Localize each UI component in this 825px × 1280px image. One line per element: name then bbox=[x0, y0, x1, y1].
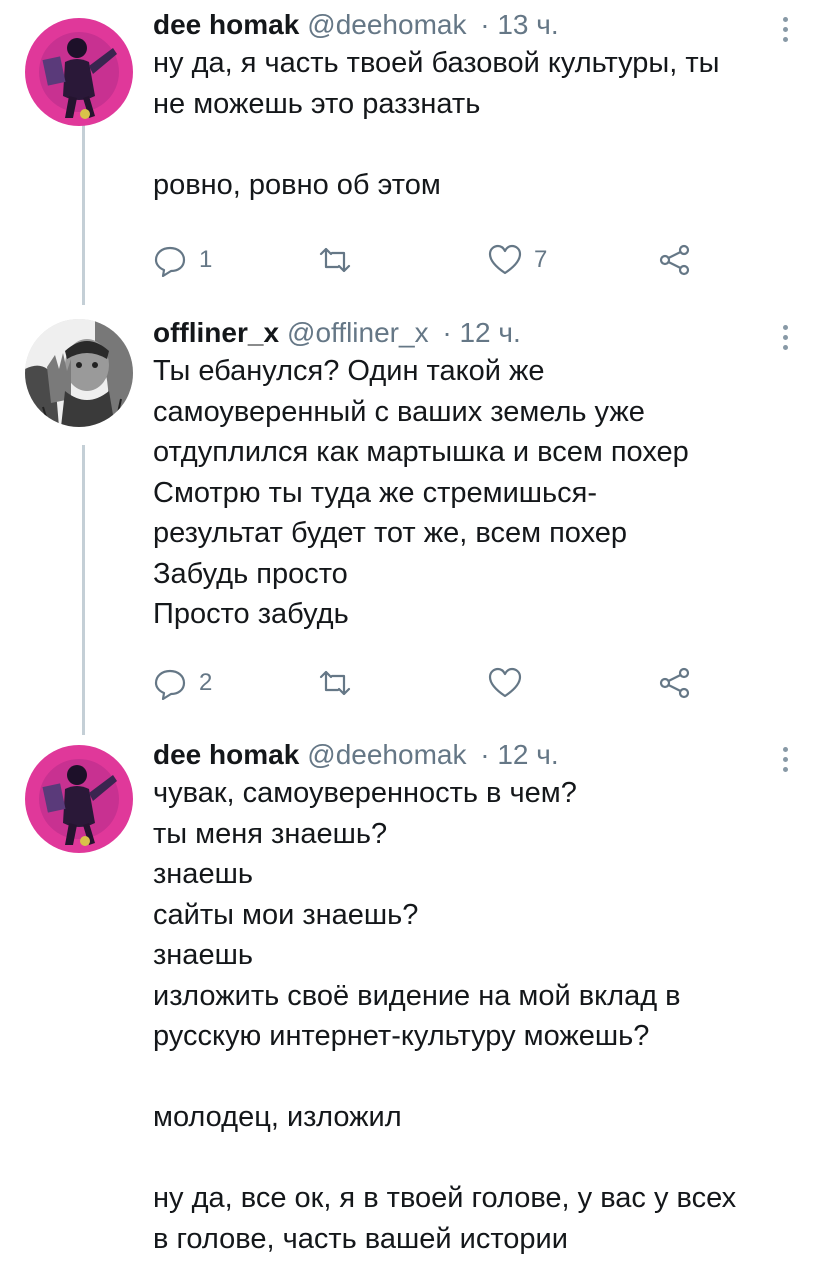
tweet-time[interactable]: · 12 ч. bbox=[480, 739, 558, 770]
more-vertical-icon[interactable] bbox=[770, 319, 800, 355]
more-vertical-icon[interactable] bbox=[770, 741, 800, 777]
author-handle[interactable]: @offliner_x bbox=[287, 317, 429, 348]
retweet-button[interactable] bbox=[318, 240, 352, 280]
reply-count: 1 bbox=[199, 246, 213, 273]
reply-icon bbox=[154, 246, 186, 277]
tweet-line: изложить своё видение на мой вклад в bbox=[153, 979, 681, 1012]
tweet-header: offliner_x @offliner_x · 12 ч. bbox=[153, 313, 521, 353]
retweet-icon bbox=[319, 670, 351, 696]
tweet-line bbox=[153, 1057, 803, 1098]
tweet-text: Ты ебанулся? Один такой же самоуверенный… bbox=[153, 351, 803, 635]
avatar-image bbox=[25, 319, 133, 427]
tweet-text: ну да, я часть твоей базовой культуры, т… bbox=[153, 43, 803, 205]
tweet-line bbox=[153, 124, 803, 165]
reply-count: 2 bbox=[199, 669, 213, 696]
like-button[interactable] bbox=[488, 663, 522, 703]
tweet-line: Смотрю ты туда же стремишься- bbox=[153, 476, 598, 509]
avatar[interactable] bbox=[25, 319, 133, 427]
tweet-line: отдуплился как мартышка и всем похер bbox=[153, 436, 689, 468]
tweet-line: Просто забудь bbox=[153, 598, 349, 630]
tweet-line: ты меня знаешь? bbox=[153, 817, 388, 850]
share-icon bbox=[659, 667, 690, 699]
tweet-line: знаешь bbox=[153, 939, 253, 971]
reply-button[interactable]: 1 bbox=[153, 240, 212, 280]
like-count: 7 bbox=[534, 246, 548, 273]
tweet-line: молодец, изложил bbox=[153, 1101, 402, 1133]
tweet[interactable]: offliner_x @offliner_x · 12 ч. Ты ебанулс… bbox=[0, 313, 825, 718]
avatar[interactable] bbox=[25, 18, 133, 126]
more-vertical-icon[interactable] bbox=[770, 11, 800, 47]
tweet-actions: 1 7 bbox=[153, 240, 713, 280]
share-button[interactable] bbox=[658, 240, 692, 280]
tweet-header: dee homak @deehomak · 12 ч. bbox=[153, 735, 559, 775]
tweet-line: не можешь это раззнать bbox=[153, 87, 481, 120]
like-button[interactable]: 7 bbox=[488, 240, 547, 280]
tweet-line: сайты мои знаешь? bbox=[153, 898, 419, 931]
tweet-line: ну да, я часть твоей базовой культуры, т… bbox=[153, 47, 720, 79]
tweet-time[interactable]: · 13 ч. bbox=[480, 9, 558, 40]
heart-icon bbox=[488, 667, 522, 698]
tweet-actions: 2 bbox=[153, 663, 713, 703]
author-handle[interactable]: @deehomak bbox=[307, 9, 466, 40]
author-name[interactable]: dee homak bbox=[153, 9, 299, 40]
author-handle[interactable]: @deehomak bbox=[307, 739, 466, 770]
share-icon bbox=[659, 244, 690, 276]
tweet-line: ровно, ровно об этом bbox=[153, 168, 441, 201]
avatar-image bbox=[25, 18, 133, 126]
tweet-line: русскую интернет-культуру можешь? bbox=[153, 1020, 650, 1052]
tweet-line: Ты ебанулся? Один такой же bbox=[153, 355, 545, 387]
tweet-line: ну да, все ок, я в твоей голове, у вас у… bbox=[153, 1182, 737, 1214]
retweet-button[interactable] bbox=[318, 663, 352, 703]
tweet-text: чувак, самоуверенность в чем? ты меня зн… bbox=[153, 773, 803, 1259]
author-name[interactable]: offliner_x bbox=[153, 317, 279, 348]
tweet-line: знаешь bbox=[153, 858, 253, 890]
heart-icon bbox=[488, 244, 522, 275]
tweet-line: результат будет тот же, всем похер bbox=[153, 517, 628, 549]
tweet-line: чувак, самоуверенность в чем? bbox=[153, 777, 577, 809]
tweet-line: в голове, часть вашей истории bbox=[153, 1222, 568, 1255]
tweet-header: dee homak @deehomak · 13 ч. bbox=[153, 5, 559, 45]
tweet-line: Забудь просто bbox=[153, 557, 348, 590]
author-name[interactable]: dee homak bbox=[153, 739, 299, 770]
avatar[interactable] bbox=[25, 745, 133, 853]
reply-button[interactable]: 2 bbox=[153, 663, 212, 703]
tweet[interactable]: dee homak @deehomak · 12 ч. чувак, самоув… bbox=[0, 735, 825, 1280]
tweet-line: самоуверенный с ваших земель уже bbox=[153, 395, 645, 428]
tweet-time[interactable]: · 12 ч. bbox=[442, 317, 520, 348]
avatar-image bbox=[25, 745, 133, 853]
share-button[interactable] bbox=[658, 663, 692, 703]
retweet-icon bbox=[319, 247, 351, 273]
tweet[interactable]: dee homak @deehomak · 13 ч. ну да, я част… bbox=[0, 5, 825, 295]
tweet-line bbox=[153, 1138, 803, 1179]
reply-icon bbox=[154, 669, 186, 700]
